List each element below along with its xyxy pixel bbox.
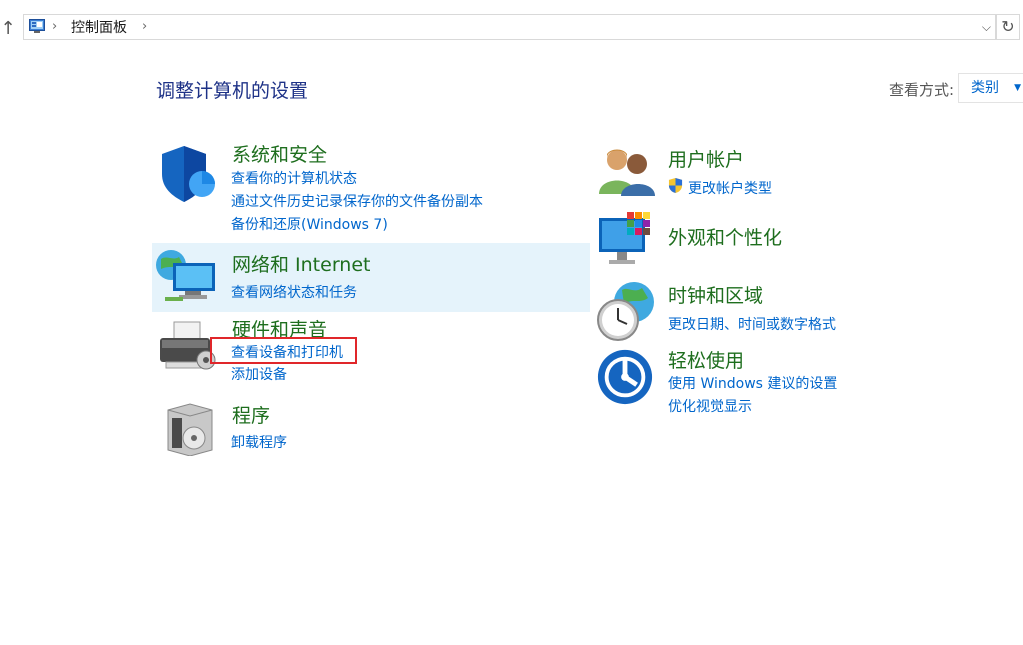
- appearance-icon: [599, 212, 650, 264]
- printer-icon: [160, 321, 216, 370]
- category-title[interactable]: 轻松使用: [668, 346, 744, 373]
- shield-icon[interactable]: [158, 144, 218, 204]
- link-file-history[interactable]: 通过文件历史记录保存你的文件备份副本: [231, 191, 483, 211]
- programs-icon: [167, 403, 213, 456]
- view-by-label: 查看方式:: [889, 81, 955, 99]
- link-view-computer-status[interactable]: 查看你的计算机状态: [231, 168, 357, 188]
- category-title[interactable]: 外观和个性化: [668, 223, 782, 250]
- page-title: 调整计算机的设置: [156, 80, 309, 102]
- address-bar[interactable]: › 控制面板 › ⌵: [23, 14, 996, 40]
- breadcrumb-control-panel[interactable]: 控制面板: [71, 19, 127, 37]
- category-network[interactable]: 网络和 Internet 查看网络状态和任务: [152, 243, 590, 312]
- category-clock-region: 时钟和区域 更改日期、时间或数字格式: [592, 278, 1012, 344]
- link-change-date-time-format[interactable]: 更改日期、时间或数字格式: [668, 314, 836, 334]
- chevron-right-icon[interactable]: ›: [142, 18, 147, 36]
- category-title[interactable]: 系统和安全: [232, 140, 327, 167]
- control-panel-icon: [29, 19, 45, 33]
- link-optimize-visual-display[interactable]: 优化视觉显示: [668, 396, 752, 416]
- caret-down-icon: ▼: [1014, 83, 1021, 93]
- link-change-account-type[interactable]: 更改帐户类型: [688, 178, 772, 198]
- link-uninstall-program[interactable]: 卸载程序: [231, 432, 287, 452]
- ease-of-access-icon: [597, 349, 653, 405]
- uac-shield-icon: [668, 178, 683, 193]
- link-backup-restore[interactable]: 备份和还原(Windows 7): [231, 214, 388, 234]
- clock-globe-icon: [597, 282, 654, 341]
- category-title[interactable]: 网络和 Internet: [232, 250, 370, 277]
- annotation-red-box: [210, 337, 357, 364]
- category-ease-of-access: 轻松使用 使用 Windows 建议的设置 优化视觉显示: [592, 344, 1012, 416]
- up-arrow-icon[interactable]: ↑: [0, 18, 16, 40]
- chevron-down-icon[interactable]: ⌵: [982, 18, 991, 36]
- view-by-dropdown[interactable]: 类别 ▼: [958, 73, 1023, 103]
- category-user-accounts: 用户帐户 更改帐户类型: [592, 140, 1012, 200]
- users-icon: [599, 149, 655, 196]
- category-title[interactable]: 程序: [232, 401, 270, 428]
- refresh-icon[interactable]: ↻: [996, 14, 1020, 40]
- category-system-security: 系统和安全 查看你的计算机状态 通过文件历史记录保存你的文件备份副本 备份和还原…: [152, 138, 592, 238]
- chevron-right-icon: ›: [52, 19, 58, 34]
- category-appearance: 外观和个性化: [592, 208, 1012, 272]
- view-by-value: 类别: [971, 80, 999, 96]
- link-network-status[interactable]: 查看网络状态和任务: [231, 282, 357, 302]
- link-recommended-settings[interactable]: 使用 Windows 建议的设置: [668, 373, 837, 393]
- category-programs: 程序 卸载程序: [152, 398, 592, 460]
- network-icon: [156, 250, 215, 301]
- link-add-device[interactable]: 添加设备: [231, 364, 287, 384]
- category-title[interactable]: 用户帐户: [668, 145, 744, 172]
- category-title[interactable]: 时钟和区域: [668, 281, 763, 308]
